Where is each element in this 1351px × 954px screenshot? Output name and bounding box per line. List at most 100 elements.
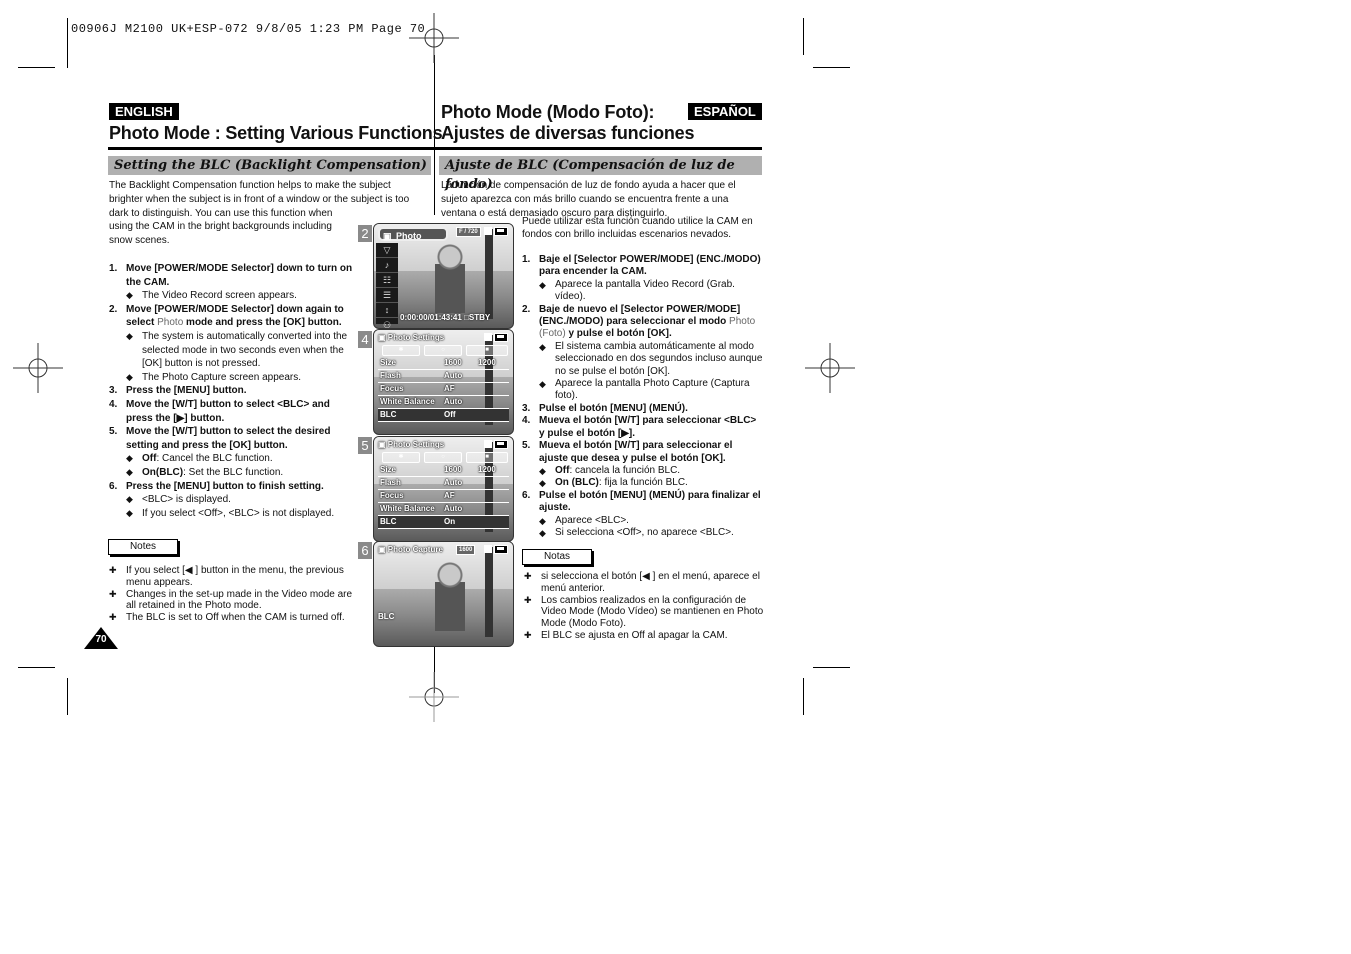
camera-screen-photo-capture: ▣ Photo Capture 1600 BLC (373, 541, 514, 647)
menu-row-blc[interactable]: BLC On (378, 516, 509, 529)
screen-step-number: 4 (358, 331, 372, 348)
row-value-2: 1200 (478, 465, 496, 474)
row-key: Flash (380, 371, 401, 380)
menu-row-size[interactable]: Size 1600 1200 (378, 357, 509, 370)
step-number: 6. (109, 480, 118, 492)
row-value: AF (444, 384, 455, 393)
scene-tree (485, 547, 493, 637)
step-number: 2. (522, 303, 531, 315)
option-label: Off (555, 464, 570, 476)
option-desc: : cancela la función BLC. (569, 464, 681, 476)
step-item: 4. Mueva el botón [W/T] para seleccionar … (522, 415, 764, 440)
page-number: 70 (95, 634, 107, 645)
step-item: 1. Baje el [Selector POWER/MODE] (ENC./MO… (522, 254, 764, 304)
camera-icon: ▣ (378, 333, 388, 342)
resolution-badge: F / 720 (456, 227, 481, 237)
step-item: 4. Move the [W/T] button to select <BLC> … (109, 398, 357, 425)
menu-row-white-balance[interactable]: White Balance Auto (378, 503, 509, 516)
tab-system[interactable]: ■ (466, 452, 508, 463)
note-item: Los cambios realizados en la configuraci… (524, 595, 764, 630)
step-item: 6. Press the [MENU] button to finish sett… (109, 480, 357, 521)
bullet-item: Aparece la pantalla Photo Capture (Captu… (539, 378, 764, 403)
option-item: On (BLC): fija la función BLC. (539, 477, 764, 490)
english-badge: ENGLISH (109, 103, 179, 120)
step-item: 5. Mueva el botón [W/T] para seleccionar … (522, 440, 764, 490)
option-desc: : Set the BLC function. (183, 466, 284, 478)
english-title: Photo Mode : Setting Various Functions (109, 123, 443, 143)
scene-child (435, 560, 466, 631)
row-value: AF (444, 491, 455, 500)
row-key: Size (380, 358, 397, 367)
tab-system[interactable]: ■ (466, 345, 508, 356)
crop-mark (18, 67, 55, 68)
menu-row-blc[interactable]: BLC Off (378, 409, 509, 422)
row-key: BLC (380, 410, 397, 419)
step-text: Baje de nuevo el [Selector POWER/MODE] (… (539, 303, 741, 328)
option-item: On(BLC): Set the BLC function. (126, 466, 357, 480)
memory-card-icon (484, 440, 492, 448)
menu-row-flash[interactable]: Flash Auto (378, 370, 509, 383)
option-label: Off (142, 453, 157, 465)
step-text: Move [POWER/MODE Selector] down to turn … (126, 263, 353, 288)
step-text: y pulse el botón [OK]. (565, 328, 672, 340)
mode-sidebar: ▽ ♪ ☷ ☰ ↕ ⚇ (376, 243, 398, 328)
option-label: On(BLC) (142, 466, 184, 478)
intro-line: fondos con brillo incluidas escenarios n… (522, 228, 732, 240)
screen-title: ▣ Photo Capture (378, 545, 443, 554)
menu-row-focus[interactable]: Focus AF (378, 490, 509, 503)
step-item: 6. Pulse el botón [MENU] (MENÚ) para fina… (522, 490, 764, 540)
resolution-badge: 1600 (456, 545, 476, 555)
menu-row-size[interactable]: Size 1600 1200 (378, 464, 509, 477)
tab-camera[interactable]: ✱ (382, 345, 420, 356)
crop-mark (803, 678, 804, 715)
step-text: Press the [MENU] button. (126, 385, 247, 397)
note-item: If you select [◀ ] button in the menu, t… (109, 565, 361, 589)
intro-line: The Backlight Compensation function help… (109, 180, 391, 191)
crop-mark (67, 18, 68, 68)
spanish-steps: 1. Baje el [Selector POWER/MODE] (ENC./MO… (522, 254, 764, 540)
page-number-badge: 70 (84, 627, 118, 649)
step-number: 5. (109, 426, 118, 438)
row-key: BLC (380, 517, 397, 526)
camera-screen-settings-on: ▣ Photo Settings ✱ ○ ■ Size 1600 1200 Flash A… (373, 436, 514, 542)
crop-mark (813, 667, 850, 668)
step-number: 4. (522, 415, 531, 427)
english-notes: If you select [◀ ] button in the menu, t… (109, 565, 361, 624)
menu-row-flash[interactable]: Flash Auto (378, 477, 509, 490)
step-item: 3. Pulse el botón [MENU] (MENÚ). (522, 403, 764, 415)
step-number: 3. (522, 402, 531, 414)
intro-line: dark to distinguish. You can use this fu… (109, 207, 333, 219)
step-item: 2. Baje de nuevo el [Selector POWER/MODE]… (522, 304, 764, 403)
english-section-heading: Setting the BLC (Backlight Compensation) (108, 156, 431, 175)
print-header: 00906J M2100 UK+ESP-072 9/8/05 1:23 PM P… (71, 22, 426, 36)
registration-mark-icon (409, 13, 459, 63)
battery-icon (494, 227, 508, 236)
screen-title: ▣ Photo Settings (378, 333, 444, 342)
camera-screen-photo-mode: ▽ ♪ ☷ ☰ ↕ ⚇ ▣ Photo F / 720 0:00:00/01:43… (373, 223, 514, 329)
row-value: Off (444, 410, 456, 419)
step-text: mode and press the [OK] button. (183, 317, 342, 329)
registration-mark-icon (409, 672, 459, 722)
battery-icon (494, 545, 508, 554)
tab-camera[interactable]: ✱ (382, 452, 420, 463)
tab-effect[interactable]: ○ (424, 345, 462, 356)
battery-icon (494, 440, 508, 449)
spanish-notes: si selecciona el botón [◀ ] en el menú, … (524, 571, 764, 642)
music-icon: ♪ (376, 258, 398, 273)
menu-row-focus[interactable]: Focus AF (378, 383, 509, 396)
screen-title-text: Photo Capture (387, 545, 443, 554)
row-value: Auto (444, 478, 463, 487)
menu-row-white-balance[interactable]: White Balance Auto (378, 396, 509, 409)
time-counter: 0:00:00/01:43:41 □STBY (400, 313, 491, 322)
row-value: Auto (444, 371, 463, 380)
screen-step-number: 5 (358, 437, 372, 454)
bullet-item: Si selecciona <Off>, no aparece <BLC>. (539, 527, 764, 540)
screen-step-number: 6 (358, 542, 372, 559)
note-item: si selecciona el botón [◀ ] en el menú, … (524, 571, 764, 595)
step-number: 2. (109, 303, 118, 315)
crop-mark (18, 667, 55, 668)
row-value: 1600 (444, 465, 462, 474)
row-key: Size (380, 465, 397, 474)
movie-icon: ⚇ (376, 318, 398, 328)
tab-effect[interactable]: ○ (424, 452, 462, 463)
